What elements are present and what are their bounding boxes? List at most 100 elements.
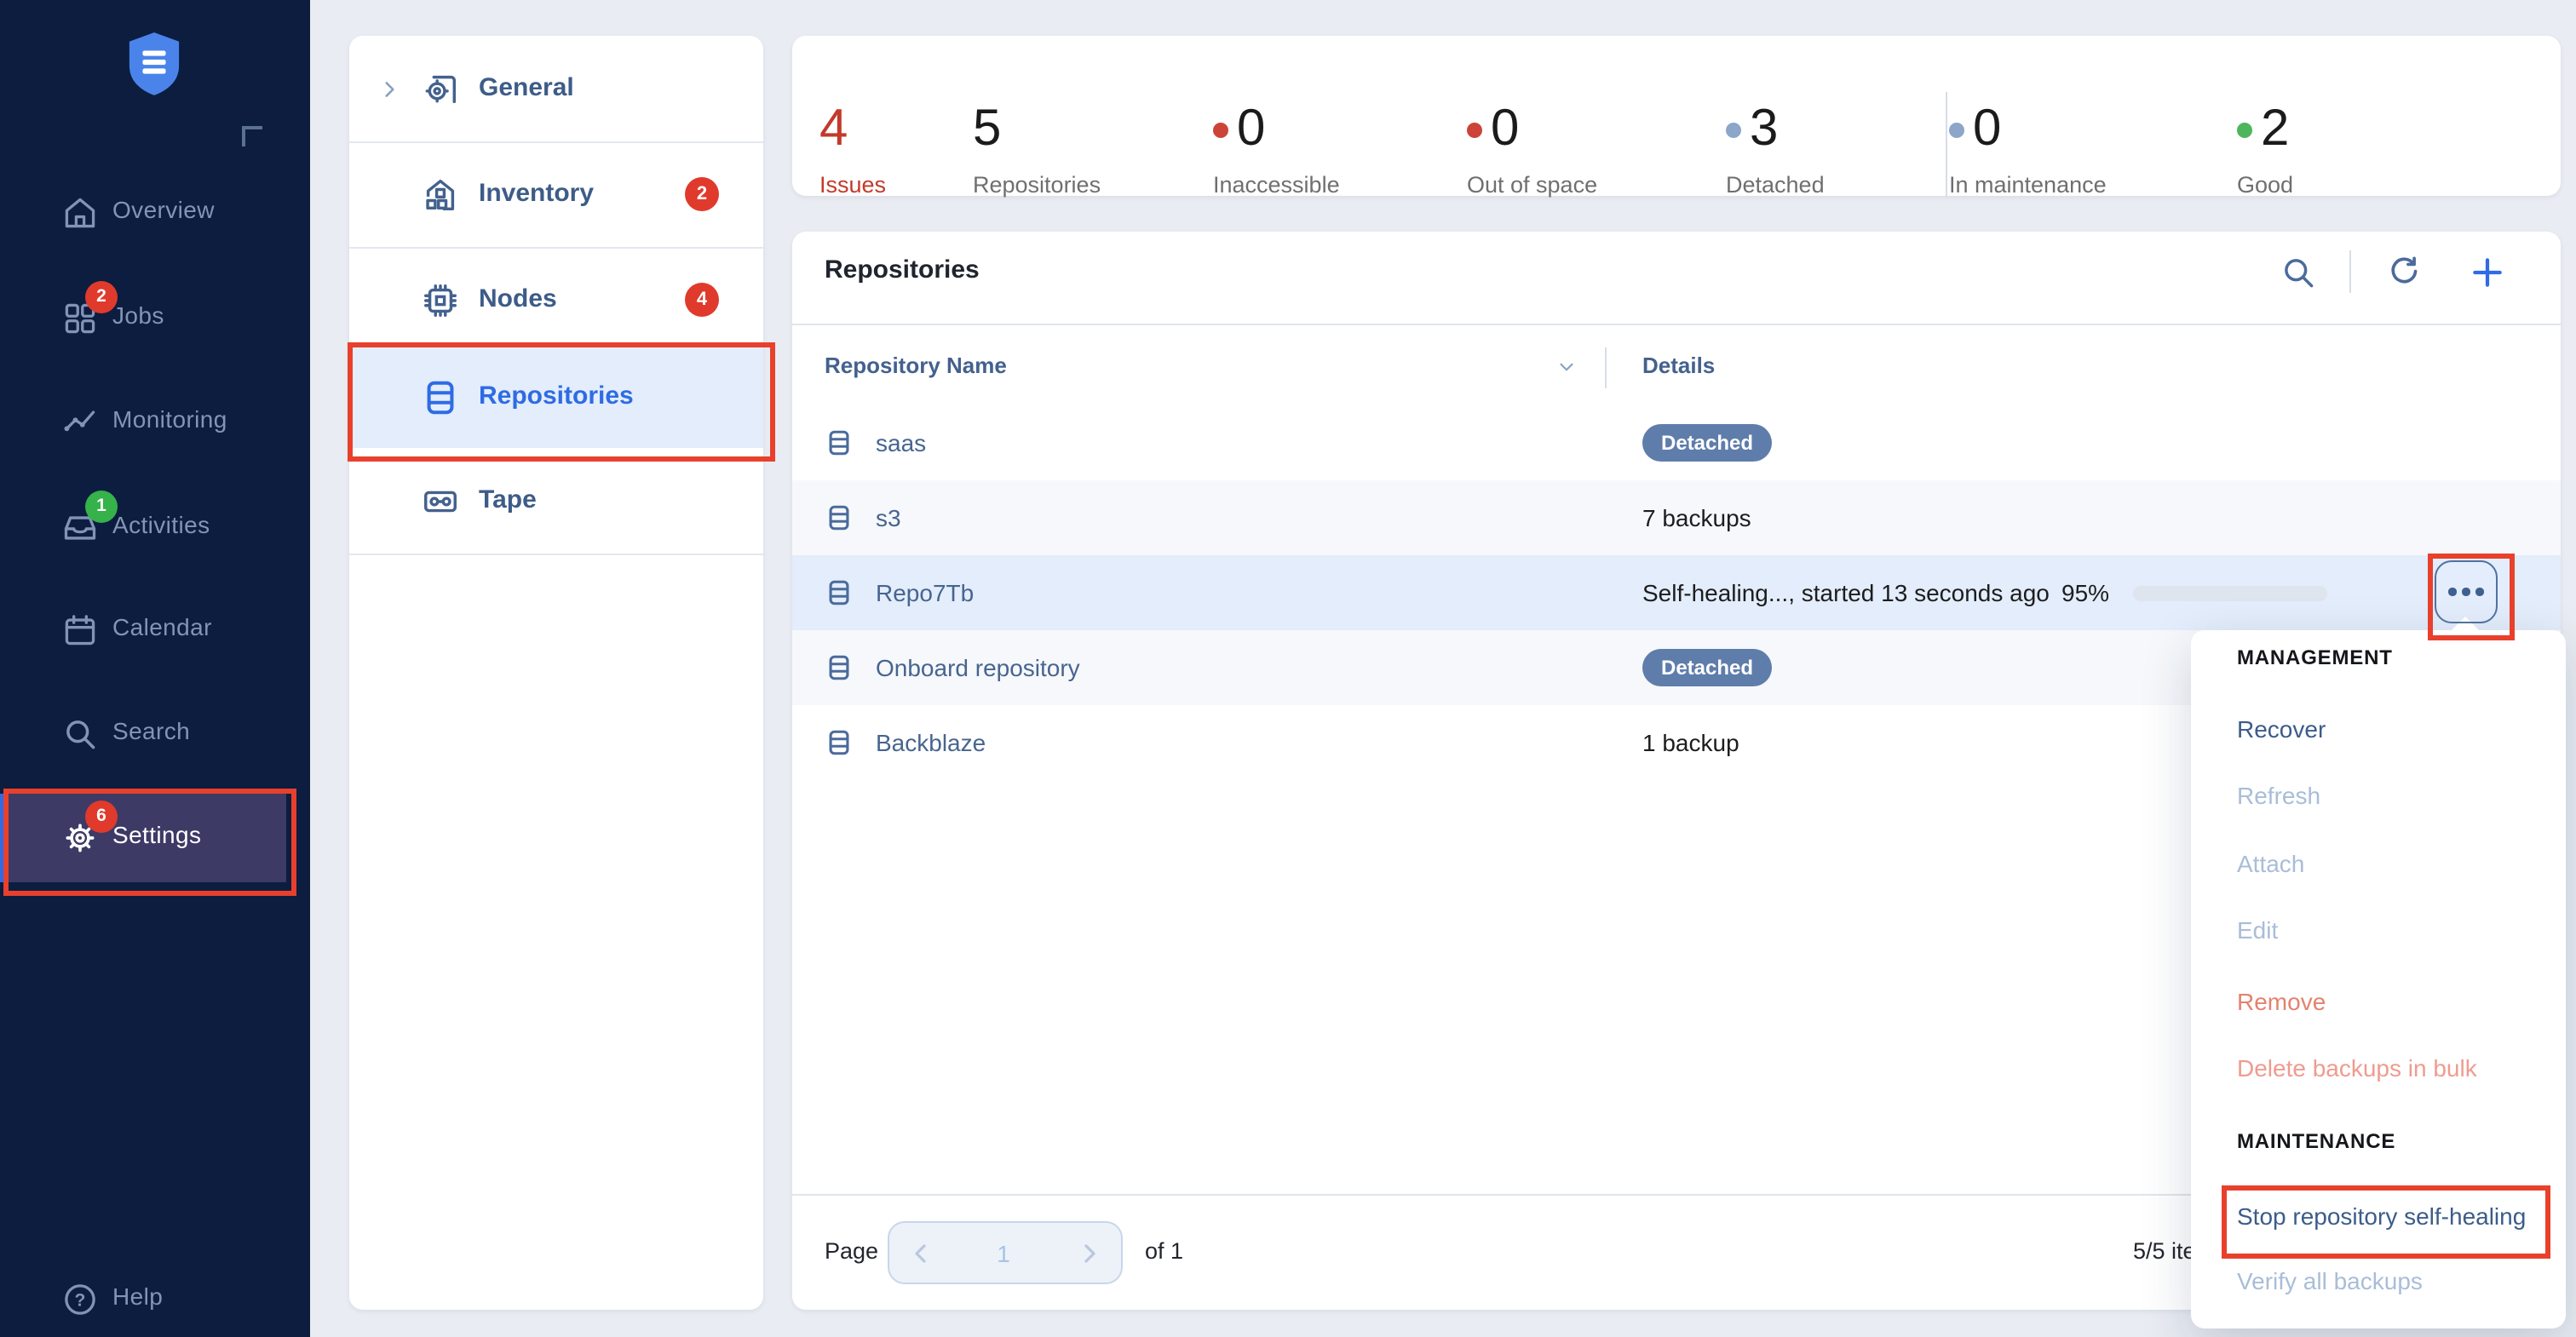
monitoring-pulse-icon	[61, 404, 99, 441]
page-of-label: of 1	[1145, 1235, 1183, 1269]
sidebar-item-calendar[interactable]: Calendar	[0, 593, 310, 668]
sidebar-item-label: Calendar	[112, 613, 212, 640]
page-label: Page	[825, 1235, 878, 1269]
status-dot-red	[1467, 122, 1482, 137]
app-logo-shield-icon	[126, 29, 182, 99]
status-badge: Detached	[1642, 649, 1772, 686]
sidebar-item-help[interactable]: ? Help	[0, 1262, 310, 1337]
stat-label: Inaccessible	[1213, 170, 1340, 201]
stat-label: Issues	[819, 170, 886, 201]
repository-stats-bar: 4 Issues 5 Repositories 0 Inaccessible 0…	[792, 36, 2561, 196]
status-dot-slate	[1726, 122, 1741, 137]
sidebar-item-label: Activities	[112, 511, 210, 538]
table-row-s3[interactable]: s3 7 backups	[792, 480, 2561, 555]
subnav-item-repositories[interactable]: Repositories	[349, 347, 763, 448]
sidebar-item-activities[interactable]: 1 Activities	[0, 491, 310, 565]
inventory-badge: 2	[685, 177, 719, 211]
stat-label: In maintenance	[1949, 170, 2107, 201]
app-window: Overview 2 Jobs Monitoring 1 Activities …	[0, 0, 2576, 1337]
divider	[1605, 347, 1607, 388]
sidebar-item-settings[interactable]: 6 Settings	[0, 800, 310, 875]
subnav-item-general[interactable]: General	[349, 36, 763, 141]
sidebar-item-overview[interactable]: Overview	[0, 175, 310, 250]
chevron-right-icon[interactable]	[378, 78, 400, 100]
sidebar-item-label: Settings	[112, 821, 201, 848]
search-icon[interactable]	[2280, 254, 2317, 291]
sidebar-item-monitoring[interactable]: Monitoring	[0, 385, 310, 460]
sidebar-item-jobs[interactable]: 2 Jobs	[0, 281, 310, 356]
table-row-repo7tb[interactable]: Repo7Tb Self-healing..., started 13 seco…	[792, 555, 2561, 630]
column-header-details[interactable]: Details	[1642, 349, 1715, 383]
menu-item-refresh: Refresh	[2237, 778, 2320, 814]
sidebar-item-label: Monitoring	[112, 405, 227, 433]
refresh-icon[interactable]	[2385, 254, 2423, 291]
chevron-right-icon[interactable]	[1073, 1238, 1104, 1269]
subnav-item-nodes[interactable]: Nodes 4	[349, 247, 763, 353]
tape-cassette-icon	[421, 482, 460, 521]
menu-item-edit: Edit	[2237, 913, 2278, 949]
status-dot-slate	[1949, 122, 1964, 137]
menu-item-recover[interactable]: Recover	[2237, 712, 2326, 748]
main-sidebar: Overview 2 Jobs Monitoring 1 Activities …	[0, 0, 310, 1337]
subnav-item-label: General	[479, 73, 574, 102]
search-icon	[61, 715, 99, 753]
sidebar-item-search[interactable]: Search	[0, 697, 310, 772]
stat-value: 4	[819, 99, 848, 160]
menu-item-remove[interactable]: Remove	[2237, 984, 2326, 1020]
sidebar-item-label: Help	[112, 1282, 163, 1310]
repository-details: 7 backups	[1642, 501, 1751, 535]
repository-name: s3	[876, 501, 901, 535]
progress-percent: 95%	[2061, 576, 2123, 610]
subnav-item-label: Tape	[479, 485, 537, 514]
stat-label: Out of space	[1467, 170, 1597, 201]
menu-item-stop-repository-self-healing[interactable]: Stop repository self-healing	[2237, 1199, 2526, 1235]
sidebar-item-label: Overview	[112, 196, 215, 223]
table-row-saas[interactable]: saas Detached	[792, 405, 2561, 480]
stat-label: Good	[2237, 170, 2293, 201]
subnav-item-label: Inventory	[479, 179, 594, 208]
self-healing-status: Self-healing..., started 13 seconds ago	[1642, 576, 2050, 610]
stat-value: 0	[1973, 99, 2001, 160]
settings-subnav: General Inventory 2 Nodes 4 Repositories…	[349, 36, 763, 1310]
sidebar-collapse-icon[interactable]	[242, 126, 262, 146]
sidebar-item-label: Jobs	[112, 301, 164, 329]
menu-item-verify-all-backups: Verify all backups	[2237, 1264, 2423, 1300]
nodes-cpu-icon	[421, 281, 460, 320]
stat-label: Detached	[1726, 170, 1825, 201]
menu-item-attach: Attach	[2237, 846, 2304, 882]
chevron-down-icon[interactable]	[1555, 356, 1578, 378]
repository-db-icon	[825, 576, 854, 610]
repositories-db-icon	[421, 378, 460, 417]
page-number-input[interactable]: 1	[956, 1237, 1051, 1271]
menu-section-header: MANAGEMENT	[2237, 644, 2393, 673]
subnav-item-label: Repositories	[479, 382, 634, 410]
subnav-item-tape[interactable]: Tape	[349, 448, 763, 554]
repository-context-menu: MANAGEMENT Recover Refresh Attach Edit R…	[2191, 630, 2566, 1328]
column-header-name[interactable]: Repository Name	[825, 349, 1007, 383]
row-actions-ellipsis-button[interactable]	[2435, 560, 2498, 623]
stat-label: Repositories	[973, 170, 1101, 201]
status-dot-red	[1213, 122, 1228, 137]
stat-value: 2	[2261, 99, 2289, 160]
progress-bar	[2133, 585, 2327, 600]
inventory-icon	[421, 175, 460, 215]
stat-value: 0	[1237, 99, 1265, 160]
repository-name: Onboard repository	[876, 651, 1080, 685]
nodes-badge: 4	[685, 283, 719, 317]
stat-value: 3	[1750, 99, 1778, 160]
svg-text:?: ?	[75, 1290, 86, 1310]
calendar-icon	[61, 611, 99, 649]
subnav-item-inventory[interactable]: Inventory 2	[349, 141, 763, 247]
menu-item-delete-backups-in-bulk[interactable]: Delete backups in bulk	[2237, 1051, 2477, 1087]
chevron-left-icon[interactable]	[906, 1238, 937, 1269]
repository-name: Backblaze	[876, 726, 986, 760]
page-control: 1	[888, 1221, 1123, 1284]
general-window-gear-icon	[421, 70, 460, 109]
status-badge: Detached	[1642, 424, 1772, 462]
sidebar-item-label: Search	[112, 717, 190, 744]
stat-value: 5	[973, 99, 1001, 160]
add-repository-icon[interactable]	[2469, 254, 2506, 291]
repository-db-icon	[825, 501, 854, 535]
divider	[2349, 250, 2351, 293]
help-icon: ?	[61, 1281, 99, 1318]
